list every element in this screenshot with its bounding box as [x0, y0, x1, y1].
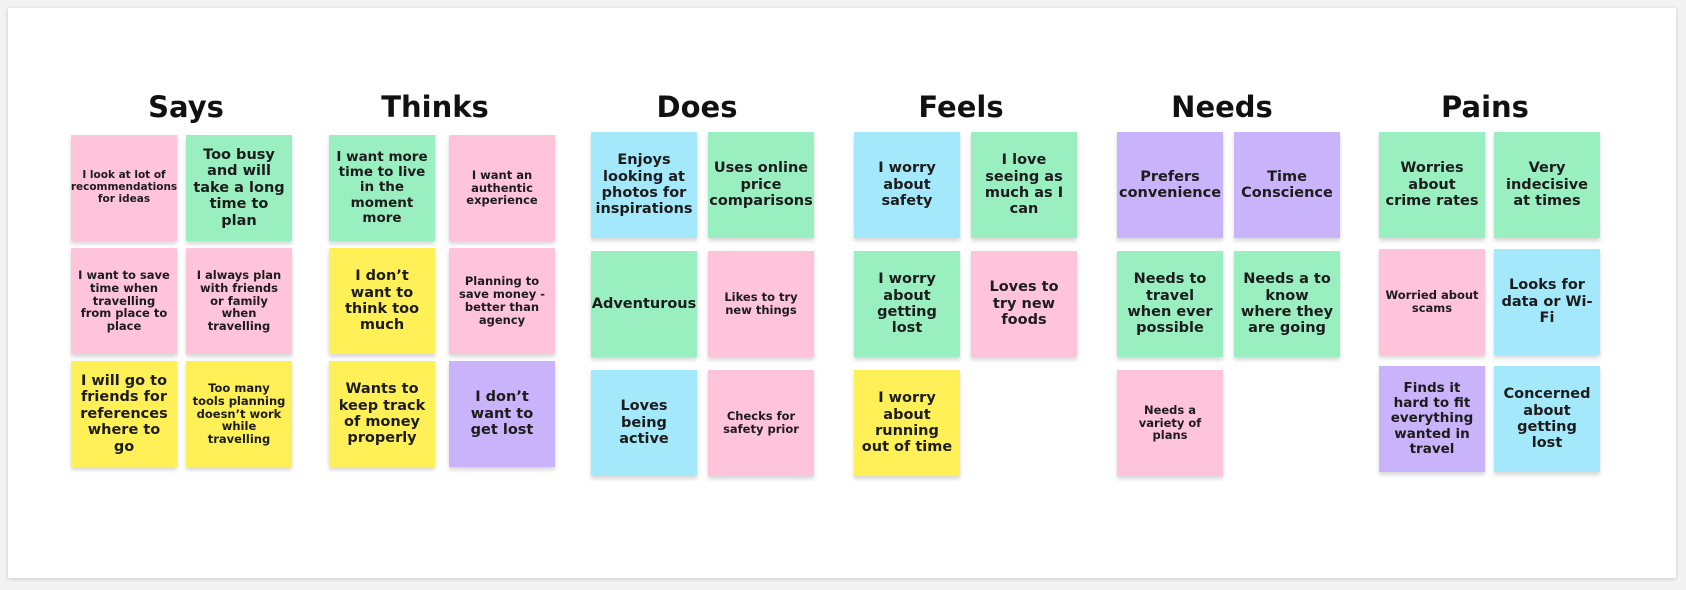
sticky-note[interactable]: Prefers convenience: [1117, 132, 1223, 238]
sticky-note-text: Too busy and will take a long time to pl…: [193, 147, 285, 229]
sticky-note-text: Enjoys looking at photos for inspiration…: [595, 152, 693, 218]
sticky-note-text: I worry about getting lost: [877, 271, 937, 337]
sticky-note-text: Too many tools planning doesn’t work whi…: [192, 380, 286, 447]
sticky-note[interactable]: Planning to save money - better than age…: [449, 248, 555, 354]
sticky-note-text: Needs a variety of plans: [1138, 402, 1202, 443]
sticky-note[interactable]: Finds it hard to fit everything wanted i…: [1379, 366, 1485, 472]
sticky-note-text: I will go to friends for references wher…: [80, 373, 168, 455]
sticky-note[interactable]: Uses online price comparisons: [708, 132, 814, 238]
sticky-note[interactable]: I want more time to live in the moment m…: [329, 135, 435, 241]
sticky-note[interactable]: I worry about safety: [854, 132, 960, 238]
column-title-says: Says: [148, 90, 224, 124]
sticky-note[interactable]: Worried about scams: [1379, 249, 1485, 355]
sticky-note[interactable]: I want to save time when travelling from…: [71, 248, 177, 354]
sticky-note-text: Time Conscience: [1241, 168, 1333, 201]
sticky-note[interactable]: Wants to keep track of money properly: [329, 361, 435, 467]
sticky-note-text: I want to save time when travelling from…: [78, 267, 170, 334]
sticky-note-text: I don’t want to think too much: [344, 268, 420, 334]
column-title-feels: Feels: [918, 90, 1004, 124]
sticky-note-text: Loves being active: [619, 398, 669, 448]
column-title-needs: Needs: [1171, 90, 1273, 124]
sticky-note-text: I always plan with friends or family whe…: [196, 267, 282, 334]
column-title-pains: Pains: [1441, 90, 1529, 124]
sticky-note-text: Adventurous: [591, 295, 697, 312]
sticky-note[interactable]: Needs to travel when ever possible: [1117, 251, 1223, 357]
sticky-note[interactable]: Too busy and will take a long time to pl…: [186, 135, 292, 241]
sticky-note[interactable]: Loves to try new foods: [971, 251, 1077, 357]
column-title-does: Does: [656, 90, 738, 124]
sticky-note[interactable]: I always plan with friends or family whe…: [186, 248, 292, 354]
sticky-note-text: Worried about scams: [1385, 288, 1479, 315]
sticky-note-text: Uses online price comparisons: [709, 160, 813, 210]
sticky-note-text: Needs to travel when ever possible: [1127, 271, 1213, 337]
sticky-note[interactable]: Adventurous: [591, 251, 697, 357]
sticky-note[interactable]: Checks for safety prior: [708, 370, 814, 476]
sticky-note-text: Looks for data or Wi-Fi: [1501, 277, 1593, 327]
sticky-note[interactable]: Enjoys looking at photos for inspiration…: [591, 132, 697, 238]
sticky-note-text: Loves to try new foods: [989, 279, 1059, 329]
sticky-note[interactable]: I want an authentic experience: [449, 135, 555, 241]
sticky-note-text: Planning to save money - better than age…: [458, 274, 546, 327]
sticky-note-text: Worries about crime rates: [1385, 160, 1479, 210]
sticky-note[interactable]: Likes to try new things: [708, 251, 814, 357]
sticky-note[interactable]: Loves being active: [591, 370, 697, 476]
sticky-note[interactable]: I don’t want to get lost: [449, 361, 555, 467]
sticky-note-text: I love seeing as much as I can: [984, 152, 1064, 218]
sticky-note[interactable]: Looks for data or Wi-Fi: [1494, 249, 1600, 355]
sticky-note[interactable]: Needs a variety of plans: [1117, 370, 1223, 476]
sticky-note[interactable]: I worry about running out of time: [854, 370, 960, 476]
sticky-note[interactable]: I worry about getting lost: [854, 251, 960, 357]
sticky-note[interactable]: Very indecisive at times: [1494, 132, 1600, 238]
sticky-note[interactable]: I will go to friends for references wher…: [71, 361, 177, 467]
sticky-note-text: I want more time to live in the moment m…: [336, 148, 428, 226]
sticky-note-text: I don’t want to get lost: [470, 389, 534, 439]
sticky-note[interactable]: Time Conscience: [1234, 132, 1340, 238]
sticky-note-text: Wants to keep track of money properly: [338, 381, 426, 447]
sticky-note-text: I look at lot of recommendations for ide…: [71, 169, 177, 205]
sticky-note-text: Likes to try new things: [724, 290, 798, 317]
sticky-note-text: Finds it hard to fit everything wanted i…: [1390, 379, 1474, 457]
sticky-note-text: Very indecisive at times: [1506, 160, 1588, 210]
sticky-note-text: Prefers convenience: [1118, 168, 1222, 201]
whiteboard-canvas[interactable]: Says I look at lot of recommendations fo…: [8, 8, 1676, 578]
sticky-note[interactable]: I love seeing as much as I can: [971, 132, 1077, 238]
sticky-note[interactable]: Worries about crime rates: [1379, 132, 1485, 238]
sticky-note-text: I worry about running out of time: [861, 390, 953, 456]
sticky-note[interactable]: Needs a to know where they are going: [1234, 251, 1340, 357]
sticky-note[interactable]: Concerned about getting lost: [1494, 366, 1600, 472]
sticky-note-text: Concerned about getting lost: [1503, 386, 1591, 452]
sticky-note-text: Checks for safety prior: [723, 409, 799, 436]
sticky-note[interactable]: I don’t want to think too much: [329, 248, 435, 354]
sticky-note[interactable]: I look at lot of recommendations for ide…: [71, 135, 177, 241]
sticky-note[interactable]: Too many tools planning doesn’t work whi…: [186, 361, 292, 467]
column-title-thinks: Thinks: [381, 90, 489, 124]
sticky-note-text: Needs a to know where they are going: [1240, 271, 1334, 337]
sticky-note-text: I worry about safety: [878, 160, 936, 210]
sticky-note-text: I want an authentic experience: [466, 167, 538, 208]
